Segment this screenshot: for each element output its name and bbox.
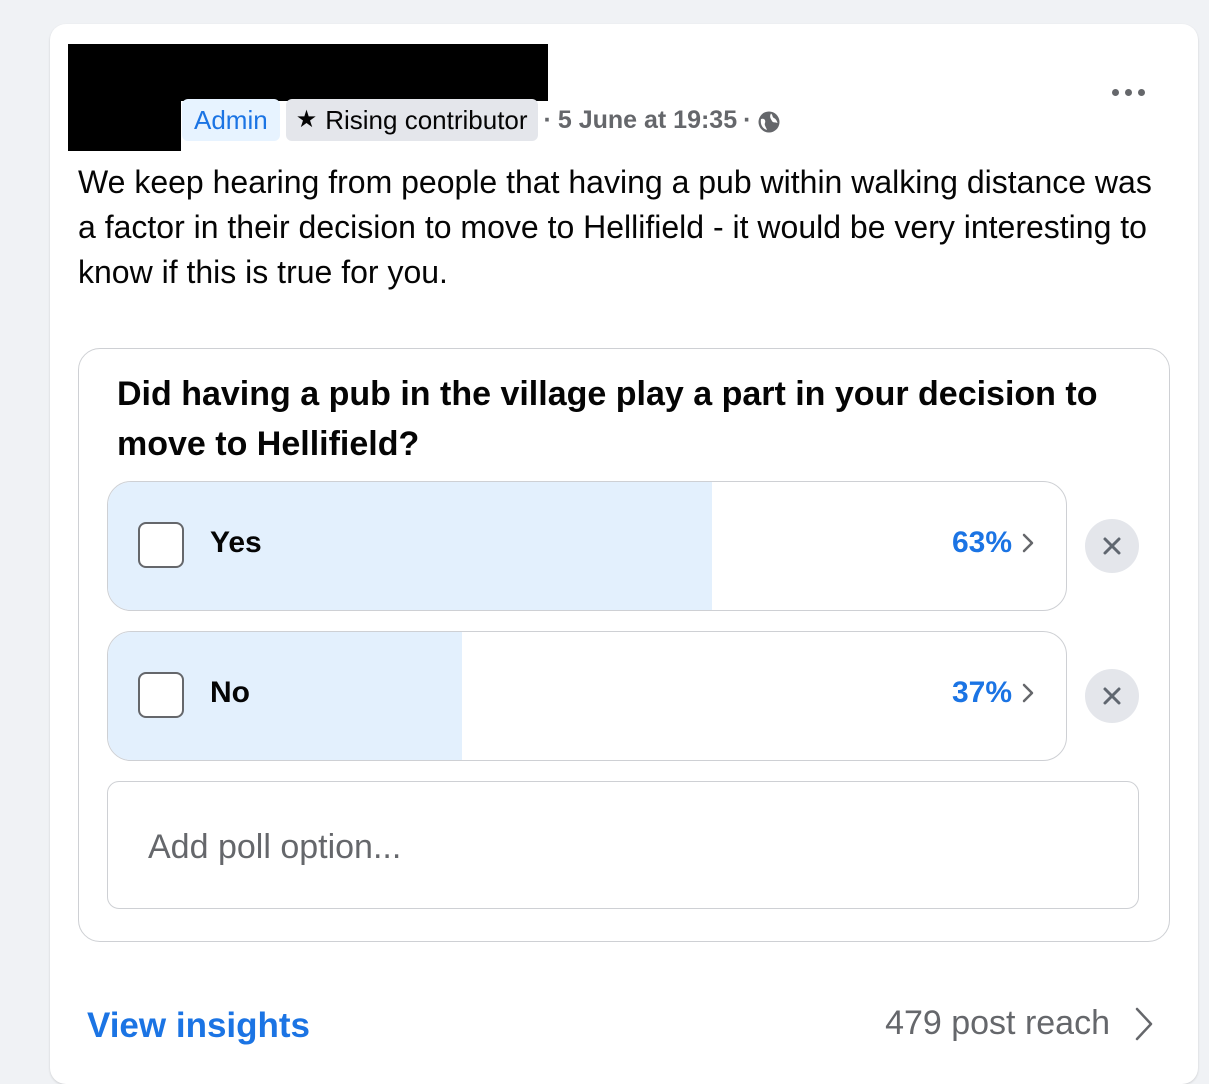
poll-option-percent[interactable]: 37% (952, 676, 1036, 710)
post-reach-label: 479 post reach (885, 1004, 1110, 1042)
star-icon: ★ (295, 106, 318, 133)
poll: Did having a pub in the village play a p… (78, 348, 1170, 942)
close-icon (1103, 537, 1121, 555)
more-icon (1137, 88, 1145, 96)
poll-option-yes[interactable]: Yes 63% (107, 481, 1067, 611)
poll-option-checkbox[interactable] (138, 522, 184, 568)
poll-option-percent[interactable]: 63% (952, 526, 1036, 560)
add-poll-option-input[interactable] (146, 818, 1050, 876)
post-timestamp[interactable]: 5 June at 19:35 (558, 106, 737, 135)
rising-contributor-badge[interactable]: ★ Rising contributor (285, 99, 538, 141)
poll-option-label: No (210, 676, 250, 709)
poll-question: Did having a pub in the village play a p… (117, 375, 1098, 463)
remove-option-button[interactable] (1085, 519, 1139, 573)
redacted-avatar (68, 101, 181, 151)
more-options-button[interactable] (1106, 80, 1150, 104)
post-body-text: We keep hearing from people that having … (78, 164, 1152, 290)
close-icon (1103, 687, 1121, 705)
post-timestamp-group: · 5 June at 19:35 · (544, 106, 782, 135)
view-insights-link[interactable]: View insights (87, 1006, 310, 1046)
rising-contributor-label: Rising contributor (325, 105, 528, 135)
redacted-author-name (68, 44, 548, 101)
post-meta: Admin ★ Rising contributor · 5 June at 1… (182, 98, 781, 142)
poll-option-fill (108, 482, 712, 610)
post-card: Admin ★ Rising contributor · 5 June at 1… (50, 24, 1198, 1084)
poll-option-percent-text: 63% (951, 526, 1012, 559)
meta-separator: · (543, 105, 552, 134)
chevron-right-icon (1022, 683, 1034, 703)
remove-option-button[interactable] (1085, 669, 1139, 723)
poll-option-no[interactable]: No 37% (107, 631, 1067, 761)
more-icon (1111, 88, 1119, 96)
poll-option-percent-text: 37% (951, 676, 1012, 709)
poll-option-label: Yes (210, 526, 262, 559)
add-poll-option-field[interactable] (107, 781, 1139, 909)
chevron-right-icon (1135, 1007, 1153, 1040)
admin-badge[interactable]: Admin (182, 99, 280, 141)
more-icon (1124, 88, 1132, 96)
post-reach-link[interactable]: 479 post reach (885, 1004, 1154, 1043)
meta-separator: · (743, 105, 752, 134)
poll-option-checkbox[interactable] (138, 672, 184, 718)
globe-icon (758, 111, 780, 133)
chevron-right-icon (1022, 533, 1034, 553)
